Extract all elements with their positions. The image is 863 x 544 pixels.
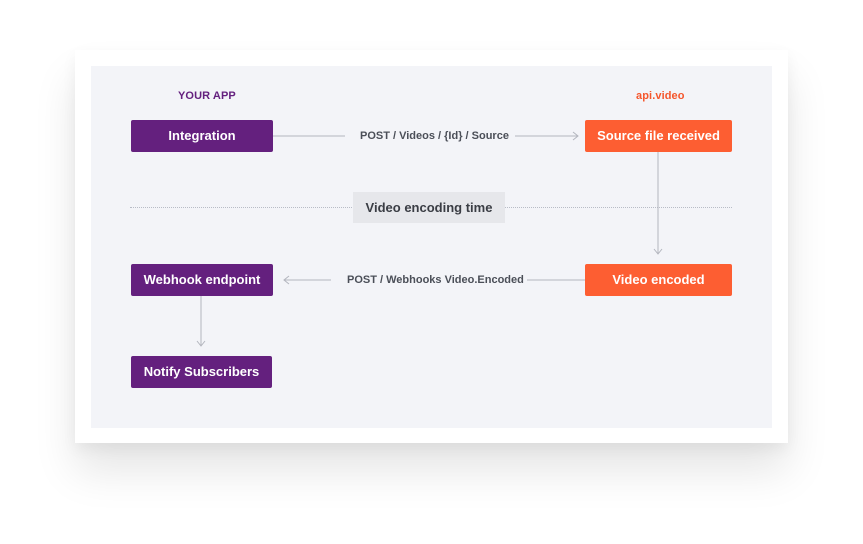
source-file-received-node: Source file received: [585, 120, 732, 152]
post-webhook-edge-label: POST / Webhooks Video.Encoded: [347, 274, 524, 286]
video-encoded-node: Video encoded: [585, 264, 732, 296]
webhook-endpoint-node: Webhook endpoint: [131, 264, 273, 296]
integration-node: Integration: [131, 120, 273, 152]
post-source-edge-label: POST / Videos / {Id} / Source: [360, 130, 509, 142]
connector-arrows: [196, 131, 663, 347]
notify-subscribers-node: Notify Subscribers: [131, 356, 272, 388]
